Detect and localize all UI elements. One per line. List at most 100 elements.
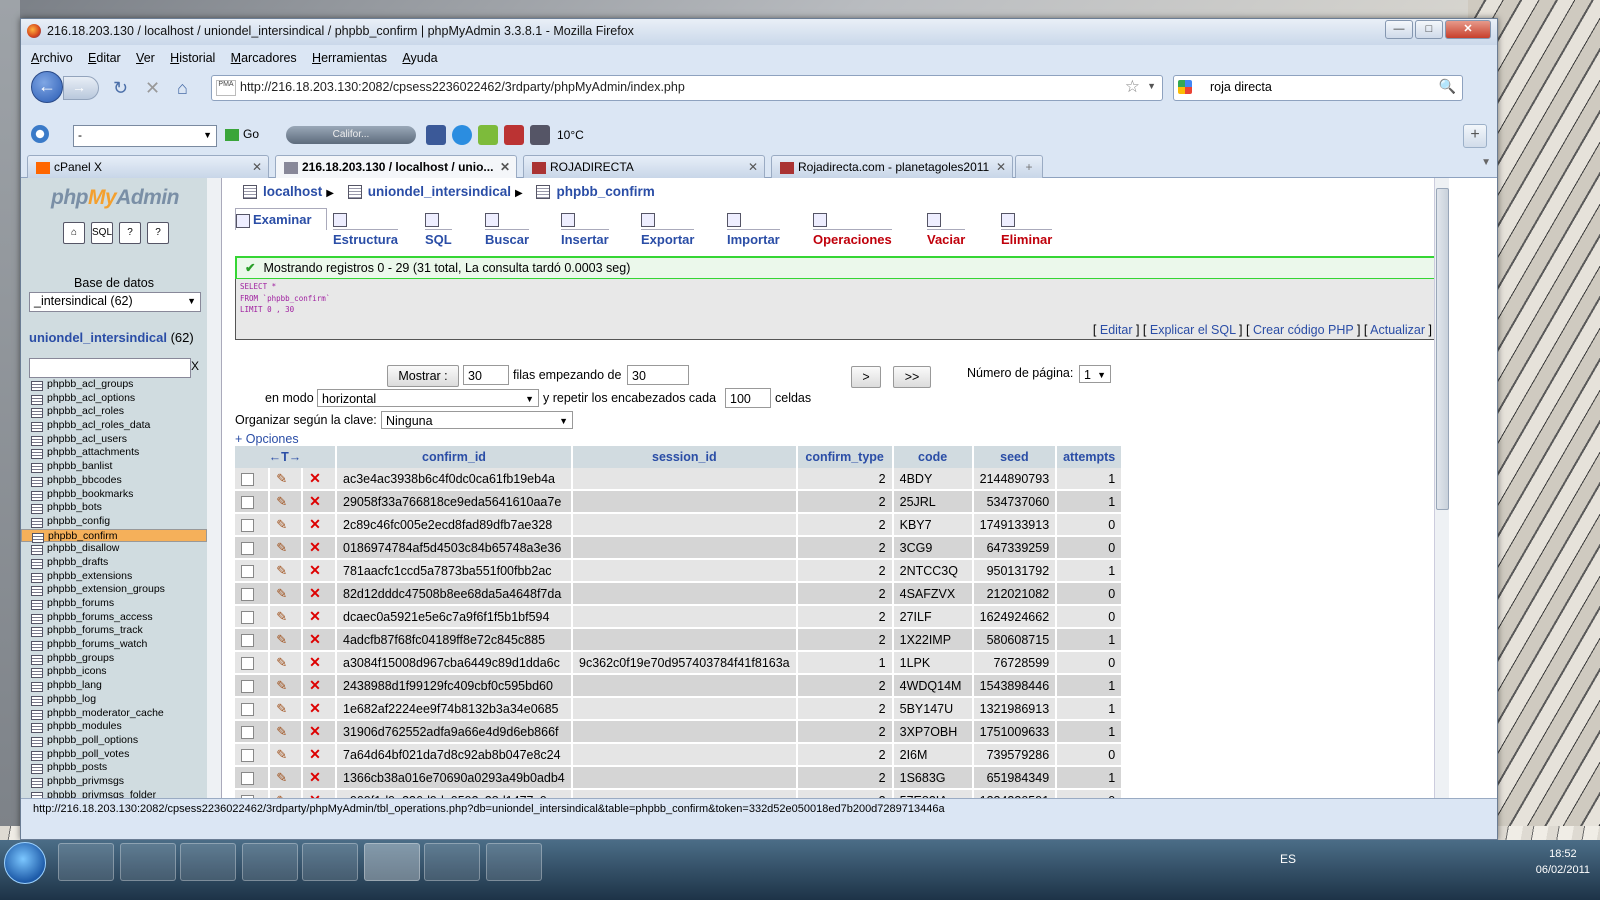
sidebar-table-item[interactable]: phpbb_disallow xyxy=(21,542,207,556)
sidebar-table-item[interactable]: phpbb_acl_roles xyxy=(21,405,207,419)
menu-archivo[interactable]: Archivo xyxy=(31,47,73,69)
sidebar-table-item[interactable]: phpbb_privmsgs xyxy=(21,775,207,789)
edit-pencil-icon[interactable]: ✎ xyxy=(269,674,304,698)
cell-confirm-id[interactable]: 7a64d64bf021da7d8c92ab8b047e8c24 xyxy=(336,743,573,767)
taskbar-explorer[interactable] xyxy=(120,843,176,881)
col-header-code[interactable]: code xyxy=(892,446,974,468)
cell-confirm-type[interactable]: 2 xyxy=(796,559,894,583)
new-tab-button[interactable]: + xyxy=(1015,155,1043,178)
sidebar-table-item[interactable]: phpbb_poll_options xyxy=(21,734,207,748)
stop-icon[interactable]: ✕ xyxy=(145,78,160,99)
cell-session-id[interactable]: 9c362c0f19e70d957403784f41f8163a xyxy=(572,651,798,675)
home-icon[interactable]: ⌂ xyxy=(177,78,188,99)
taskbar-html-kit[interactable] xyxy=(424,843,480,881)
rows-input[interactable]: 30 xyxy=(463,365,509,385)
create-php-link[interactable]: Crear código PHP xyxy=(1253,323,1354,337)
table-row[interactable]: ✎ ✕ 7a64d64bf021da7d8c92ab8b047e8c24 2 2I6M 7… xyxy=(235,743,1124,767)
row-checkbox[interactable] xyxy=(235,697,271,721)
explain-sql-link[interactable]: Explicar el SQL xyxy=(1150,323,1236,337)
delete-x-icon[interactable]: ✕ xyxy=(302,536,337,560)
cell-confirm-id[interactable]: 0186974784af5d4503c84b65748a3e36 xyxy=(336,536,573,560)
tab-phpmyadmin[interactable]: 216.18.203.130 / localhost / unio... ✕ xyxy=(275,155,517,179)
sidebar-table-item[interactable]: phpbb_bbcodes xyxy=(21,474,207,488)
menu-historial[interactable]: Historial xyxy=(170,47,215,69)
sidebar-scrollbar[interactable] xyxy=(207,178,222,798)
cell-confirm-id[interactable]: a3084f15008d967cba6449c89d1dda6c xyxy=(336,651,573,675)
table-row[interactable]: ✎ ✕ 2c89c46fc005e2ecd8fad89dfb7ae328 2 KBY7 1… xyxy=(235,513,1124,537)
sql-query-icon[interactable]: SQL xyxy=(91,222,113,244)
sidebar-table-item[interactable]: phpbb_confirm xyxy=(21,528,207,543)
cell-seed[interactable]: 1749133913 xyxy=(972,513,1058,537)
breadcrumb-db[interactable]: uniondel_intersindical xyxy=(368,184,511,199)
cell-confirm-id[interactable]: 82d12dddc47508b8ee68da5a4648f7da xyxy=(336,582,573,606)
tab-eliminar[interactable]: Eliminar xyxy=(1001,208,1053,247)
cell-seed[interactable]: 212021082 xyxy=(972,582,1058,606)
reload-icon[interactable]: ↻ xyxy=(113,78,128,99)
cell-attempts[interactable]: 1 xyxy=(1056,628,1124,652)
cell-confirm-type[interactable]: 1 xyxy=(796,651,894,675)
language-indicator[interactable]: ES xyxy=(1280,852,1296,866)
sidebar-table-item[interactable]: phpbb_forums_watch xyxy=(21,638,207,652)
cell-attempts[interactable]: 0 xyxy=(1056,743,1124,767)
taskbar-hp[interactable] xyxy=(242,843,298,881)
edit-pencil-icon[interactable]: ✎ xyxy=(269,559,304,583)
cell-confirm-type[interactable]: 2 xyxy=(796,743,894,767)
cell-code[interactable]: 2I6M xyxy=(892,743,974,767)
facebook-icon[interactable] xyxy=(426,125,446,145)
go-button[interactable]: Go xyxy=(225,127,259,141)
row-checkbox[interactable] xyxy=(235,559,271,583)
close-window-button[interactable]: ✕ xyxy=(1445,20,1491,39)
cell-seed[interactable]: 1321986913 xyxy=(972,697,1058,721)
table-row[interactable]: ✎ ✕ 29058f33a766818ce9eda5641610aa7e 2 25JRL… xyxy=(235,490,1124,514)
next-page-button[interactable]: > xyxy=(851,366,881,388)
edit-pencil-icon[interactable]: ✎ xyxy=(269,697,304,721)
row-checkbox[interactable] xyxy=(235,674,271,698)
sidebar-table-item[interactable]: phpbb_config xyxy=(21,515,207,529)
cell-code[interactable]: 25JRL xyxy=(892,490,974,514)
page-select[interactable]: 1 ▼ xyxy=(1079,365,1111,383)
sidebar-table-item[interactable]: phpbb_poll_votes xyxy=(21,748,207,762)
cell-attempts[interactable]: 1 xyxy=(1056,766,1124,790)
cell-confirm-id[interactable]: 1366cb38a016e70690a0293a49b0adb4 xyxy=(336,766,573,790)
column-arrows[interactable]: ←T→ xyxy=(235,446,337,468)
delete-x-icon[interactable]: ✕ xyxy=(302,651,337,675)
start-input[interactable]: 30 xyxy=(627,365,689,385)
cell-attempts[interactable]: 0 xyxy=(1056,651,1124,675)
edit-pencil-icon[interactable]: ✎ xyxy=(269,743,304,767)
url-dropdown-icon[interactable]: ▼ xyxy=(1147,81,1156,91)
menu-herramientas[interactable]: Herramientas xyxy=(312,47,387,69)
row-checkbox[interactable] xyxy=(235,628,271,652)
delete-x-icon[interactable]: ✕ xyxy=(302,468,337,491)
delete-x-icon[interactable]: ✕ xyxy=(302,582,337,606)
cell-confirm-type[interactable]: 2 xyxy=(796,513,894,537)
cell-session-id[interactable] xyxy=(572,766,798,790)
phpmyadmin-logo[interactable]: phpMyAdmin xyxy=(51,186,179,210)
row-checkbox[interactable] xyxy=(235,651,271,675)
cell-confirm-id[interactable]: 1e682af2224ee9f74b8132b3a34e0685 xyxy=(336,697,573,721)
cell-confirm-id[interactable]: 31906d762552adfa9a66e4d9d6eb866f xyxy=(336,720,573,744)
cell-confirm-id[interactable]: 781aacfc1ccd5a7873ba551f00fbb2ac xyxy=(336,559,573,583)
cell-seed[interactable]: 1624924662 xyxy=(972,605,1058,629)
db-select[interactable]: _intersindical (62) ▼ xyxy=(29,292,201,312)
cell-seed[interactable]: 739579286 xyxy=(972,743,1058,767)
col-header-confirm-id[interactable]: confirm_id xyxy=(336,446,573,468)
cell-attempts[interactable]: 1 xyxy=(1056,490,1124,514)
table-row[interactable]: ✎ ✕ ac3e4ac3938b6c4f0dc0ca61fb19eb4a 2 4BDY 2… xyxy=(235,468,1124,491)
sidebar-table-item[interactable]: phpbb_banlist xyxy=(21,460,207,474)
sidebar-table-item[interactable]: phpbb_forums_access xyxy=(21,611,207,625)
edit-pencil-icon[interactable]: ✎ xyxy=(269,605,304,629)
repeat-input[interactable]: 100 xyxy=(725,388,771,408)
cell-code[interactable]: 4BDY xyxy=(892,468,974,491)
menu-marcadores[interactable]: Marcadores xyxy=(231,47,297,69)
cell-attempts[interactable]: 0 xyxy=(1056,605,1124,629)
cell-attempts[interactable]: 1 xyxy=(1056,468,1124,491)
cell-confirm-type[interactable]: 2 xyxy=(796,605,894,629)
sidebar-table-item[interactable]: phpbb_drafts xyxy=(21,556,207,570)
row-checkbox[interactable] xyxy=(235,536,271,560)
show-button[interactable]: Mostrar : xyxy=(387,365,459,387)
bookmark-star-icon[interactable]: ☆ xyxy=(1125,77,1140,97)
cell-code[interactable]: 1X22IMP xyxy=(892,628,974,652)
table-row[interactable]: ✎ ✕ 0186974784af5d4503c84b65748a3e36 2 3CG9 6… xyxy=(235,536,1124,560)
clock[interactable]: 18:52 06/02/2011 xyxy=(1536,846,1590,878)
tab-estructura[interactable]: Estructura xyxy=(333,208,399,247)
